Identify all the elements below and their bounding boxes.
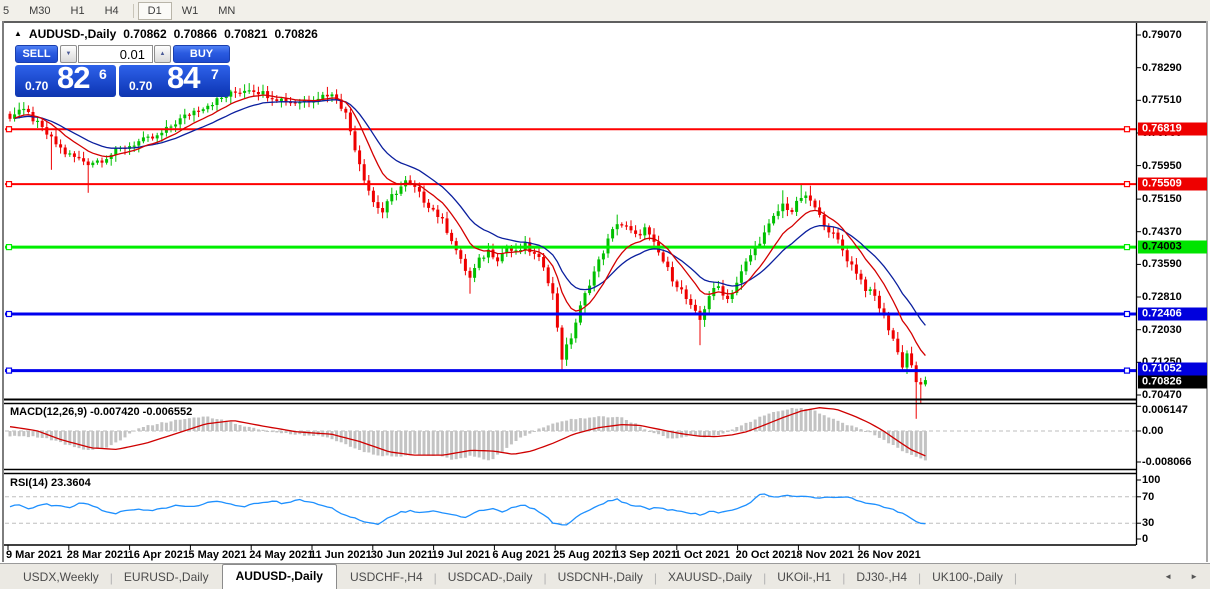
candles-layer	[9, 83, 927, 419]
hline-0.71052[interactable]	[5, 368, 1136, 373]
indicator-gridlines	[5, 431, 1136, 523]
rsi-axis-label: 70	[1142, 491, 1154, 503]
sell-price-point: 6	[99, 66, 107, 82]
macd-label: MACD(12,26,9) -0.007420 -0.006552	[10, 406, 192, 418]
price-badge-0.76819: 0.76819	[1138, 123, 1207, 136]
buy-price-pips: 84	[167, 65, 199, 96]
price-axis-label: 0.79070	[1142, 29, 1182, 41]
buy-button[interactable]: BUY	[173, 45, 230, 63]
date-label: 11 Jun 2021	[310, 549, 372, 561]
price-badge-0.71052: 0.71052	[1138, 362, 1207, 375]
collapse-triangle-icon[interactable]: ▲	[14, 29, 22, 38]
volume-decrease-button[interactable]: ▼	[60, 45, 77, 63]
buy-price-base: 0.70	[129, 79, 152, 93]
date-label: 30 Jun 2021	[371, 549, 433, 561]
macd-axis-label: -0.008066	[1142, 456, 1192, 468]
price-axis-label: 0.78290	[1142, 62, 1182, 74]
date-label: 24 May 2021	[249, 549, 313, 561]
hline-0.74003[interactable]	[5, 245, 1136, 250]
date-label: 28 Mar 2021	[67, 549, 129, 561]
price-axis-label: 0.72810	[1142, 291, 1182, 303]
price-axis-label: 0.70470	[1142, 389, 1182, 401]
price-axis-label: 0.73590	[1142, 258, 1182, 270]
macd-axis-label: 0.006147	[1142, 404, 1188, 416]
price-axis-label: 0.75150	[1142, 193, 1182, 205]
price-badge-0.74003: 0.74003	[1138, 241, 1207, 254]
sell-price-panel[interactable]: 0.70 82 6	[15, 65, 116, 97]
rsi-label: RSI(14) 23.3604	[10, 477, 91, 489]
date-label: 26 Nov 2021	[857, 549, 921, 561]
rsi-axis-label: 30	[1142, 517, 1154, 529]
chart-title: ▲ AUDUSD-,Daily 0.70862 0.70866 0.70821 …	[14, 27, 318, 41]
date-label: 25 Aug 2021	[553, 549, 617, 561]
date-label: 9 Mar 2021	[6, 549, 62, 561]
ohlc-low: 0.70821	[224, 27, 267, 41]
price-axis-label: 0.72030	[1142, 324, 1182, 336]
price-badge-0.70826: 0.70826	[1138, 376, 1207, 389]
ohlc-open: 0.70862	[123, 27, 166, 41]
symbol-name: AUDUSD-,Daily	[29, 27, 116, 41]
price-axis-label: 0.77510	[1142, 94, 1182, 106]
price-badge-0.72406: 0.72406	[1138, 307, 1207, 320]
ohlc-close: 0.70826	[274, 27, 317, 41]
hline-0.75509[interactable]	[5, 182, 1136, 187]
sell-price-pips: 82	[57, 65, 89, 96]
ohlc-high: 0.70866	[174, 27, 217, 41]
date-label: 16 Apr 2021	[128, 549, 189, 561]
ma-fast-line	[15, 95, 926, 356]
date-label: 1 Oct 2021	[675, 549, 730, 561]
trading-app-window: 5M30H1H4D1W1MN ▲ AUDUSD-,Daily 0.70862 0…	[0, 0, 1210, 589]
hline-0.76819[interactable]	[5, 127, 1136, 132]
date-label: 19 Jul 2021	[432, 549, 491, 561]
date-label: 6 Aug 2021	[492, 549, 550, 561]
macd-axis-label: 0.00	[1142, 425, 1163, 437]
rsi-line	[10, 494, 925, 525]
buy-price-point: 7	[211, 66, 219, 82]
buy-price-panel[interactable]: 0.70 84 7	[119, 65, 230, 97]
price-badge-0.75509: 0.75509	[1138, 178, 1207, 191]
price-axis-label: 0.74370	[1142, 226, 1182, 238]
one-click-trade-panel: SELL ▼ ▲ BUY 0.70 82 6 0.70 84 7	[15, 45, 230, 97]
price-axis-label: 0.75950	[1142, 160, 1182, 172]
date-label: 5 May 2021	[188, 549, 246, 561]
date-label: 20 Oct 2021	[736, 549, 797, 561]
date-label: 13 Sep 2021	[614, 549, 677, 561]
sell-price-base: 0.70	[25, 79, 48, 93]
volume-input[interactable]	[78, 45, 153, 63]
rsi-axis-label: 100	[1142, 474, 1160, 486]
rsi-axis-label: 0	[1142, 533, 1148, 545]
volume-increase-button[interactable]: ▲	[154, 45, 171, 63]
trade-panel-controls: SELL ▼ ▲ BUY	[15, 45, 230, 63]
date-label: 8 Nov 2021	[796, 549, 853, 561]
pane-borders	[4, 23, 1141, 550]
sell-button[interactable]: SELL	[15, 45, 58, 63]
hline-0.72406[interactable]	[5, 312, 1136, 317]
